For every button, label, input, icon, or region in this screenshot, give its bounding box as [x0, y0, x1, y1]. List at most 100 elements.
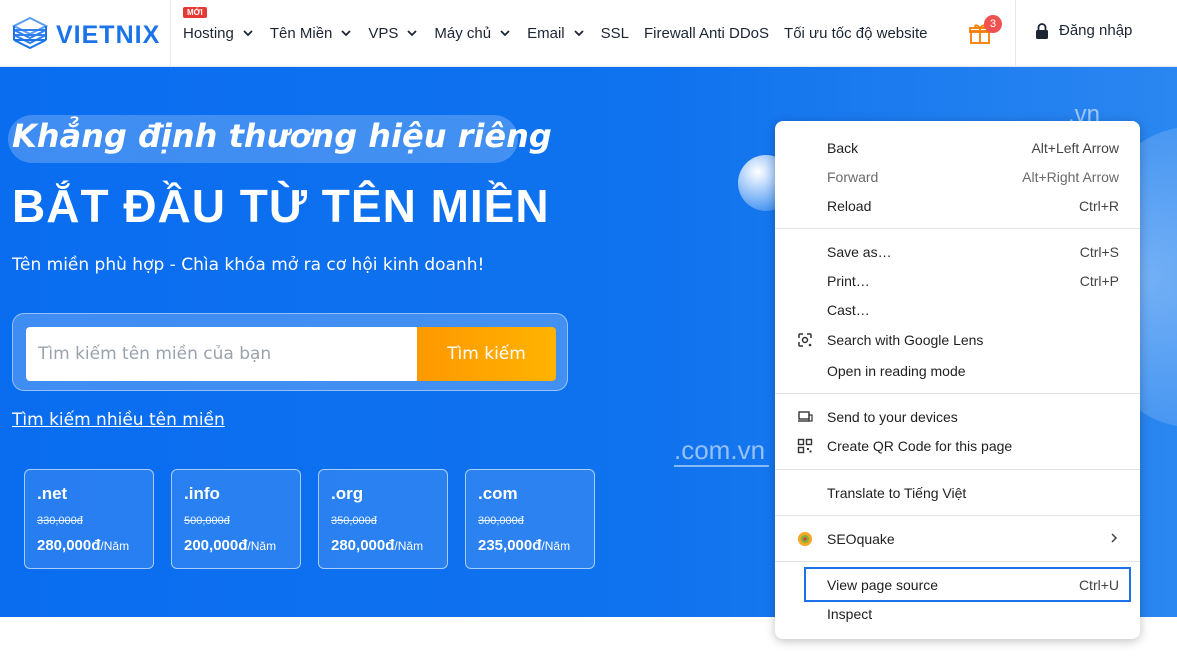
- deco-comvn-label: .com.vn: [674, 435, 766, 465]
- menu-item-cast[interactable]: Cast…: [775, 295, 1140, 324]
- menu-label: Cast…: [827, 301, 870, 318]
- price-unit: /Năm: [394, 539, 424, 553]
- old-price: 500,000đ: [184, 515, 230, 527]
- nav-item-ssl[interactable]: SSL: [601, 25, 629, 42]
- domain-search-box: Tìm kiếm: [12, 313, 568, 391]
- nav-item-ten-mien[interactable]: Tên Miền: [270, 25, 354, 42]
- old-price: 300,000đ: [478, 515, 524, 527]
- search-button[interactable]: Tìm kiếm: [417, 327, 556, 381]
- context-menu: Back Alt+Left Arrow Forward Alt+Right Ar…: [775, 121, 1140, 639]
- header-divider: [170, 0, 171, 66]
- domain-card-net[interactable]: .net 330,000đ 280,000đ/Năm: [24, 469, 154, 569]
- nav-label: Tối ưu tốc độ website: [784, 24, 928, 42]
- new-price-value: 200,000đ: [184, 537, 248, 554]
- menu-label: Translate to Tiếng Việt: [827, 484, 967, 501]
- menu-shortcut: Ctrl+R: [1078, 197, 1119, 214]
- multi-domain-search-link[interactable]: Tìm kiếm nhiều tên miền: [12, 410, 225, 430]
- google-lens-icon: [796, 331, 814, 349]
- hero-subline: Tên miền phù hợp - Chìa khóa mở ra cơ hộ…: [12, 255, 485, 275]
- menu-separator: [775, 469, 1140, 470]
- nav-label: Hosting: [183, 24, 234, 42]
- chevron-down-icon: [243, 30, 253, 37]
- domain-card-info[interactable]: .info 500,000đ 200,000đ/Năm: [171, 469, 301, 569]
- price-unit: /Năm: [247, 539, 277, 553]
- gift-count-badge: 3: [984, 15, 1002, 33]
- domain-tld: .net: [37, 484, 68, 503]
- menu-item-save-as[interactable]: Save as… Ctrl+S: [775, 237, 1140, 266]
- domain-tld: .info: [184, 484, 220, 503]
- menu-label: Inspect: [827, 605, 873, 622]
- nav-item-vps[interactable]: VPS: [368, 25, 419, 42]
- qr-code-icon: [796, 437, 814, 455]
- domain-price-cards: .net 330,000đ 280,000đ/Năm .info 500,000…: [24, 469, 612, 569]
- menu-item-back[interactable]: Back Alt+Left Arrow: [775, 133, 1140, 162]
- deco-line: [674, 465, 769, 467]
- nav-label: Email: [527, 24, 565, 42]
- menu-item-reading-mode[interactable]: Open in reading mode: [775, 356, 1140, 385]
- price-unit: /Năm: [541, 539, 571, 553]
- menu-separator: [775, 515, 1140, 516]
- lock-icon: [1036, 22, 1048, 39]
- chevron-down-icon: [500, 30, 510, 37]
- nav-label: VPS: [368, 24, 399, 42]
- submenu-arrow-icon: [1109, 531, 1119, 547]
- nav-label: SSL: [600, 24, 629, 42]
- nav-label: Firewall Anti DDoS: [643, 24, 770, 42]
- hero-headline: BẮT ĐẦU TỪ TÊN MIỀN: [12, 180, 550, 232]
- menu-separator: [775, 228, 1140, 229]
- menu-item-send-devices[interactable]: Send to your devices: [775, 402, 1140, 431]
- domain-card-org[interactable]: .org 350,000đ 280,000đ/Năm: [318, 469, 448, 569]
- menu-label: SEOquake: [827, 530, 895, 547]
- domain-tld: .com: [478, 484, 518, 503]
- nav-item-may-chu[interactable]: Máy chủ: [434, 25, 512, 42]
- menu-item-forward[interactable]: Forward Alt+Right Arrow: [775, 162, 1140, 191]
- menu-item-print[interactable]: Print… Ctrl+P: [775, 266, 1140, 295]
- new-price: 280,000đ/Năm: [37, 537, 129, 554]
- menu-label: Reload: [827, 197, 872, 214]
- site-header: VIETNIX MỚI Hosting Tên Miền VPS Máy chủ…: [0, 0, 1177, 67]
- domain-tld: .org: [331, 484, 364, 503]
- menu-separator: [775, 393, 1140, 394]
- menu-label: Search with Google Lens: [827, 331, 984, 348]
- old-price: 330,000đ: [37, 515, 83, 527]
- logo-text: VIETNIX: [56, 20, 161, 49]
- menu-label: Send to your devices: [827, 408, 958, 425]
- new-badge: MỚI: [183, 6, 207, 18]
- menu-label: Save as…: [827, 243, 892, 260]
- domain-search-input[interactable]: [26, 327, 417, 381]
- menu-label: Open in reading mode: [827, 362, 966, 379]
- menu-item-seoquake[interactable]: SEOquake: [775, 524, 1140, 553]
- nav-label: Tên Miền: [269, 24, 333, 42]
- seoquake-icon: [796, 530, 814, 548]
- menu-shortcut: Alt+Left Arrow: [1031, 139, 1119, 156]
- main-nav: MỚI Hosting Tên Miền VPS Máy chủ Email S…: [183, 0, 942, 66]
- new-price-value: 280,000đ: [331, 537, 395, 554]
- new-price-value: 235,000đ: [478, 537, 542, 554]
- nav-item-hosting[interactable]: MỚI Hosting: [183, 6, 255, 42]
- devices-icon: [796, 408, 814, 426]
- menu-label: Forward: [827, 168, 879, 185]
- logo[interactable]: VIETNIX: [10, 12, 165, 58]
- menu-shortcut: Ctrl+P: [1079, 272, 1119, 289]
- menu-item-google-lens[interactable]: Search with Google Lens: [775, 325, 1140, 354]
- menu-item-inspect[interactable]: Inspect: [775, 599, 1140, 628]
- menu-item-reload[interactable]: Reload Ctrl+R: [775, 191, 1140, 220]
- nav-item-email[interactable]: Email: [527, 25, 586, 42]
- menu-label: Back: [827, 139, 859, 156]
- menu-label: Create QR Code for this page: [827, 437, 1013, 454]
- domain-card-com[interactable]: .com 300,000đ 235,000đ/Năm: [465, 469, 595, 569]
- nav-label: Máy chủ: [434, 24, 492, 42]
- new-price-value: 280,000đ: [37, 537, 101, 554]
- login-label: Đăng nhập: [1059, 22, 1133, 39]
- login-button[interactable]: Đăng nhập: [1035, 22, 1132, 39]
- new-price: 235,000đ/Năm: [478, 537, 570, 554]
- menu-label: Print…: [827, 272, 870, 289]
- menu-item-translate[interactable]: Translate to Tiếng Việt: [775, 478, 1140, 507]
- highlight-box: [804, 567, 1131, 602]
- menu-item-qr-code[interactable]: Create QR Code for this page: [775, 431, 1140, 460]
- new-price: 280,000đ/Năm: [331, 537, 423, 554]
- nav-item-firewall[interactable]: Firewall Anti DDoS: [644, 25, 769, 42]
- nav-item-toi-uu[interactable]: Tối ưu tốc độ website: [784, 25, 927, 42]
- old-price: 350,000đ: [331, 515, 377, 527]
- price-unit: /Năm: [100, 539, 130, 553]
